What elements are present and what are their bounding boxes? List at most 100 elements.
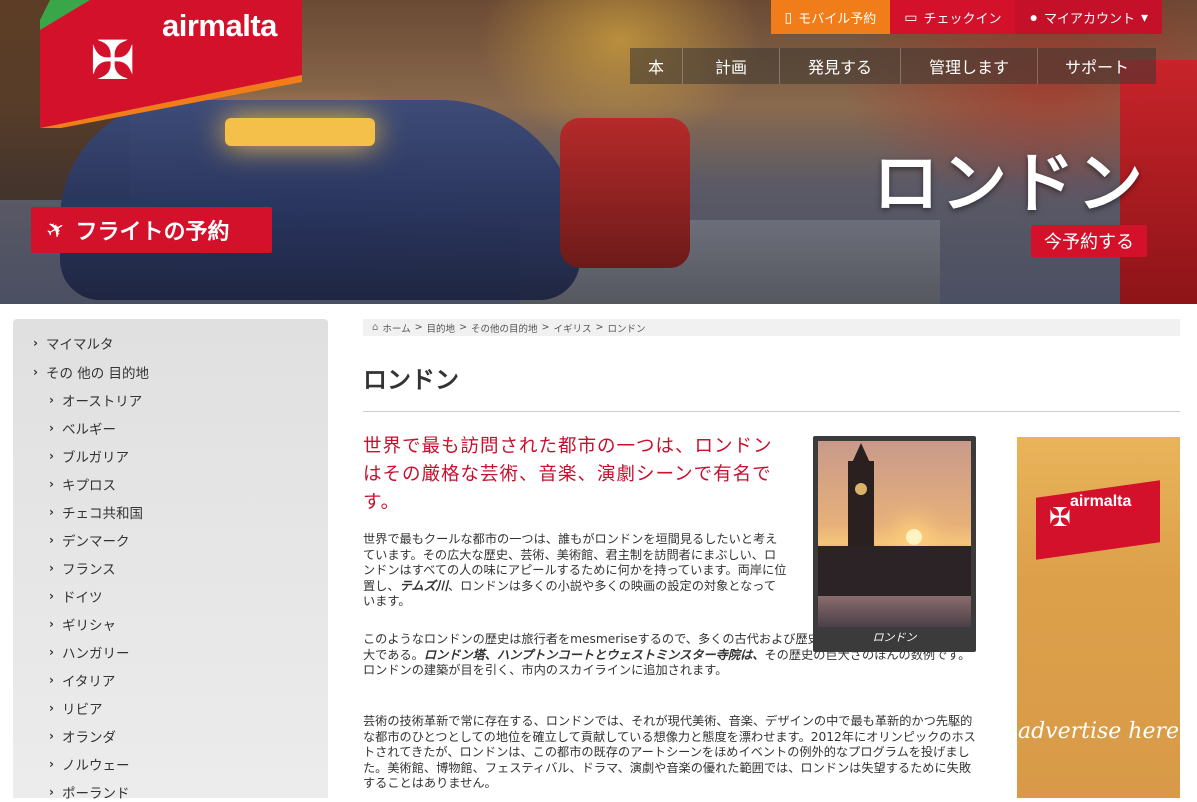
sidebar-item-label: フランス: [61, 562, 116, 578]
nav-item-discover[interactable]: 発見する: [779, 48, 900, 84]
nav-item-plan[interactable]: 計画: [682, 48, 779, 84]
lead-paragraph: 世界で最も訪問された都市の一つは、ロンドンはその厳格な芸術、音楽、演劇シーンで有…: [363, 436, 773, 513]
sidebar-item-poland[interactable]: › ポーランド: [49, 782, 129, 802]
sidebar-item-label: ドイツ: [61, 590, 103, 606]
sidebar-item-hungary[interactable]: › ハンガリー: [49, 642, 129, 662]
airmalta-logo[interactable]: airmalta ✠: [40, 0, 302, 132]
chevron-right-icon: ›: [49, 477, 54, 491]
sidebar-item-label: チェコ共和国: [61, 506, 143, 522]
sidebar-item-bulgaria[interactable]: › ブルガリア: [49, 446, 129, 466]
chevron-right-icon: ›: [49, 645, 54, 659]
logo-text: airmalta: [162, 8, 277, 43]
chevron-right-icon: ›: [49, 617, 54, 631]
sidebar-item-my-malta[interactable]: › マイマルタ: [33, 333, 113, 353]
chevron-right-icon: ›: [49, 393, 54, 407]
sidebar-item-label: ハンガリー: [61, 646, 130, 662]
sidebar-item-label: ベルギー: [61, 422, 116, 438]
parliament-silhouette: [818, 546, 971, 596]
checkin-label: チェックイン: [923, 10, 1002, 26]
breadcrumb-separator: >: [414, 322, 423, 333]
sidebar-item-italy[interactable]: › イタリア: [49, 670, 115, 690]
book-now-button[interactable]: 今予約する: [1031, 225, 1147, 257]
hero-banner: airmalta ✠ ▯ モバイル予約 ▭ チェックイン ● マイアカウント ▾…: [0, 0, 1197, 304]
clock-face: [855, 483, 867, 495]
breadcrumb-current: ロンドン: [607, 323, 646, 335]
ad-logo-text: airmalta: [1070, 493, 1132, 510]
sidebar-item-label: ギリシャ: [61, 618, 116, 634]
breadcrumb: ⌂ ホーム > 目的地 > その他の目的地 > イギリス > ロンドン: [363, 319, 1180, 336]
body-paragraph-3: 芸術の技術革新で常に存在する、ロンドンでは、それが現代美術、音楽、デザインの中で…: [363, 714, 976, 790]
chevron-right-icon: ›: [49, 673, 54, 687]
breadcrumb-separator: >: [595, 322, 604, 333]
sidebar-item-label: その 他の 目的地: [45, 366, 150, 382]
airplane-icon: ✈: [41, 214, 71, 246]
breadcrumb-separator: >: [459, 322, 468, 333]
sidebar-item-netherlands[interactable]: › オランダ: [49, 726, 116, 746]
sidebar-item-label: イタリア: [61, 674, 116, 690]
home-icon: ⌂: [372, 322, 379, 333]
flight-booking-label: フライトの予約: [75, 220, 230, 245]
sidebar-item-france[interactable]: › フランス: [49, 558, 116, 578]
sidebar-item-label: ノルウェー: [61, 758, 130, 774]
nav-item-manage[interactable]: 管理します: [900, 48, 1037, 84]
maltese-cross-icon: ✠: [90, 29, 136, 92]
nav-item-book[interactable]: 本: [630, 48, 682, 84]
advertise-here-text: advertise here: [1017, 719, 1180, 744]
sidebar-item-austria[interactable]: › オーストリア: [49, 390, 142, 410]
chevron-right-icon: ›: [49, 533, 54, 547]
title-divider: [363, 411, 1180, 412]
mobile-booking-label: モバイル予約: [798, 10, 877, 26]
caret-down-icon: ▾: [1140, 9, 1148, 25]
sidebar-item-libya[interactable]: › リビア: [49, 698, 102, 718]
sidebar-item-cyprus[interactable]: › キプロス: [49, 474, 116, 494]
mobile-booking-button[interactable]: ▯ モバイル予約: [770, 0, 891, 34]
advertisement-banner[interactable]: ✠ airmalta advertise here: [1017, 437, 1180, 798]
chevron-right-icon: ›: [49, 561, 54, 575]
sidebar: › マイマルタ › その 他の 目的地 › オーストリア › ベルギー › ブルガリア ›…: [13, 319, 328, 802]
hero-city-title: ロンドン: [873, 145, 1145, 222]
flight-booking-button[interactable]: ✈ フライトの予約: [31, 207, 272, 253]
sidebar-item-other-destinations[interactable]: › その 他の 目的地: [33, 362, 149, 382]
sidebar-item-label: リビア: [61, 702, 103, 718]
sidebar-item-czech[interactable]: › チェコ共和国: [49, 502, 143, 522]
body-paragraph-1: 世界で最もクールな都市の一つは、誰もがロンドンを垣間見るしたいと考えています。そ…: [363, 532, 788, 610]
chevron-right-icon: ›: [49, 421, 54, 435]
maltese-cross-icon: ✠: [1049, 503, 1071, 533]
photo-caption: ロンドン: [872, 631, 917, 644]
checkin-button[interactable]: ▭ チェックイン: [890, 0, 1016, 34]
sidebar-item-belgium[interactable]: › ベルギー: [49, 418, 116, 438]
breadcrumb-destinations[interactable]: 目的地: [427, 321, 456, 335]
sidebar-item-label: ポーランド: [61, 786, 130, 802]
london-photo-card: ロンドン: [813, 436, 976, 652]
sidebar-item-label: オランダ: [61, 730, 116, 746]
sidebar-item-denmark[interactable]: › デンマーク: [49, 530, 129, 550]
nav-item-support[interactable]: サポート: [1037, 48, 1156, 84]
breadcrumb-separator: >: [541, 322, 550, 333]
chevron-right-icon: ›: [49, 729, 54, 743]
chevron-right-icon: ›: [49, 757, 54, 771]
chevron-right-icon: ›: [49, 505, 54, 519]
breadcrumb-uk[interactable]: イギリス: [554, 321, 592, 335]
sidebar-item-label: キプロス: [61, 478, 116, 494]
chevron-right-icon: ›: [49, 785, 54, 799]
thames-water: [818, 596, 971, 627]
chevron-right-icon: ›: [49, 701, 54, 715]
chevron-right-icon: ›: [33, 336, 38, 350]
sidebar-item-label: マイマルタ: [45, 337, 114, 353]
main-nav: 本 計画 発見する 管理します サポート: [630, 48, 1156, 84]
hero-bus: [560, 118, 690, 268]
sidebar-item-greece[interactable]: › ギリシャ: [49, 614, 116, 634]
breadcrumb-home[interactable]: ホーム: [382, 321, 410, 335]
sidebar-item-norway[interactable]: › ノルウェー: [49, 754, 129, 774]
my-account-button[interactable]: ● マイアカウント ▾: [1015, 0, 1162, 34]
breadcrumb-other-destinations[interactable]: その他の目的地: [471, 321, 538, 335]
user-icon: ●: [1029, 9, 1038, 25]
landmarks-link[interactable]: ロンドン塔、ハンプトンコートとウェストミンスター寺院は、: [424, 648, 765, 662]
thames-link[interactable]: テムズ川: [400, 579, 448, 593]
sidebar-item-label: オーストリア: [61, 394, 143, 410]
chevron-right-icon: ›: [33, 365, 38, 379]
mobile-phone-icon: ▯: [784, 9, 793, 25]
page-title: ロンドン: [363, 366, 459, 394]
sidebar-item-germany[interactable]: › ドイツ: [49, 586, 102, 606]
chevron-right-icon: ›: [49, 589, 54, 603]
